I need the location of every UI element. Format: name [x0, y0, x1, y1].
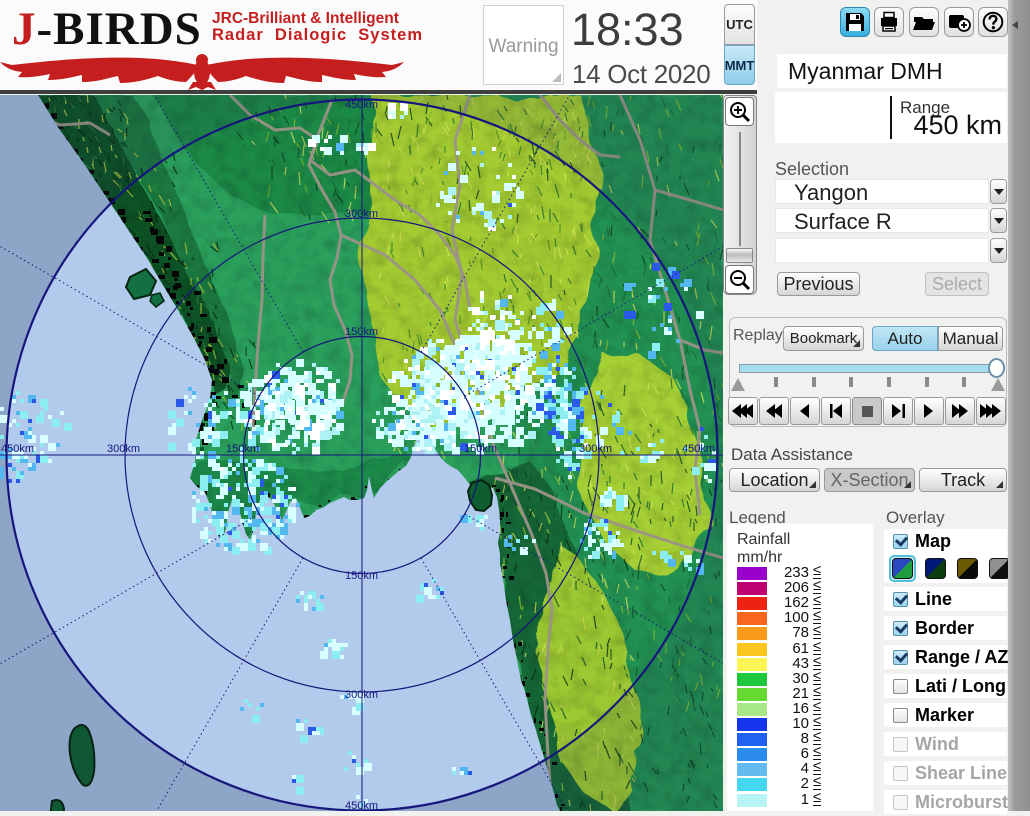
svg-text:150km: 150km — [226, 443, 259, 455]
svg-text:150km: 150km — [345, 326, 378, 338]
svg-text:450km: 450km — [1, 443, 34, 455]
svg-text:450km: 450km — [345, 99, 378, 111]
svg-text:150km: 150km — [464, 443, 497, 455]
svg-text:300km: 300km — [345, 689, 378, 701]
svg-text:450km: 450km — [345, 800, 378, 811]
svg-text:150km: 150km — [345, 570, 378, 582]
svg-text:300km: 300km — [107, 443, 140, 455]
svg-text:300km: 300km — [345, 208, 378, 220]
svg-text:300km: 300km — [579, 443, 612, 455]
svg-text:450km: 450km — [682, 443, 715, 455]
